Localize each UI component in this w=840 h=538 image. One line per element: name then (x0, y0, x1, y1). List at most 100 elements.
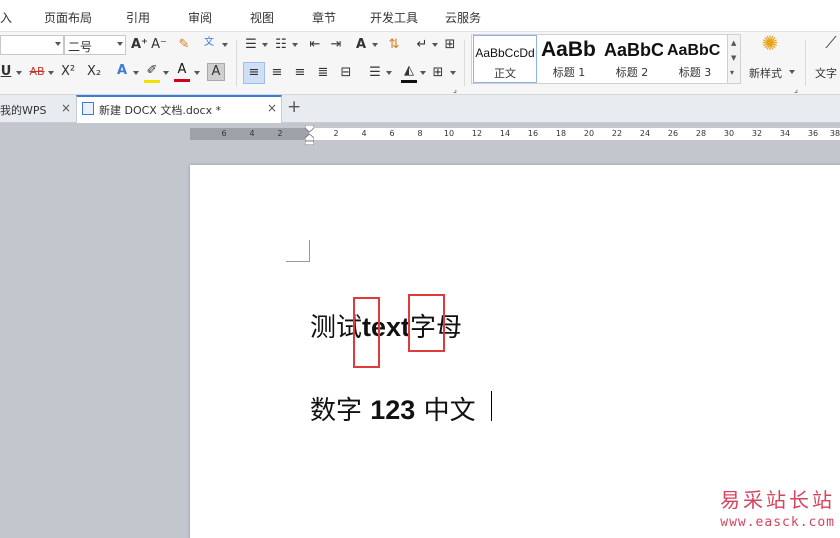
ruler-label: 26 (667, 129, 679, 138)
tab-my-wps[interactable]: 我的WPS × (0, 95, 76, 123)
new-style-icon[interactable]: ✺ (755, 33, 785, 53)
increase-indent-icon[interactable]: ⇥ (328, 37, 344, 53)
chevron-down-icon (789, 70, 795, 74)
superscript-icon[interactable]: X² (59, 64, 77, 80)
tab-new-docx[interactable]: 新建 DOCX 文档.docx * × (76, 95, 282, 123)
toolbar-divider (236, 40, 237, 86)
menu-references[interactable]: 引用 (126, 9, 150, 26)
ruler-label: 16 (527, 129, 539, 138)
ruler-label: 32 (751, 129, 763, 138)
style-normal[interactable]: AaBbCcDd 正文 (473, 35, 537, 83)
show-marks-icon[interactable]: ↵ (414, 37, 430, 53)
style-heading-2[interactable]: AaBbC 标题 2 (601, 35, 663, 83)
menu-view[interactable]: 视图 (250, 9, 274, 26)
decrease-indent-icon[interactable]: ⇤ (307, 37, 323, 53)
table-border-icon[interactable]: ⊞ (442, 37, 458, 53)
chevron-down-icon (450, 71, 456, 75)
numbering-icon[interactable]: ☷ (273, 37, 289, 53)
clear-format-icon[interactable]: ✎ (176, 37, 192, 53)
highlight-icon[interactable]: ✐ (143, 63, 161, 79)
close-icon[interactable]: × (267, 101, 277, 115)
ruler-label: 34 (779, 129, 791, 138)
close-icon[interactable]: × (61, 101, 71, 115)
text-cursor (491, 391, 492, 421)
chevron-down-icon (262, 43, 268, 47)
font-name-select[interactable] (0, 35, 64, 55)
ruler-label: 2 (277, 129, 283, 138)
chevron-down-icon: ▼ (731, 54, 737, 62)
annotation-box (408, 294, 445, 352)
menu-section[interactable]: 章节 (312, 9, 336, 26)
align-right-icon[interactable]: ≡ (292, 65, 308, 81)
borders-icon[interactable]: ⊞ (430, 65, 446, 81)
chevron-down-icon (292, 43, 298, 47)
tab-label: 新建 DOCX 文档.docx * (99, 104, 222, 117)
ruler-label: 28 (695, 129, 707, 138)
menu-insert[interactable]: 入 (0, 9, 12, 26)
shading-icon[interactable]: ◭ (400, 63, 418, 79)
chevron-down-icon (55, 42, 61, 46)
sort-icon[interactable]: ⇅ (386, 37, 402, 53)
shrink-font-icon[interactable]: A⁻ (151, 37, 167, 53)
bullets-icon[interactable]: ☰ (243, 37, 259, 53)
menu-developer-tools[interactable]: 开发工具 (370, 9, 418, 26)
chevron-down-icon (133, 71, 139, 75)
align-center-icon[interactable]: ≡ (269, 65, 285, 81)
chevron-down-icon (420, 71, 426, 75)
font-size-select[interactable]: 二号 (64, 35, 126, 55)
chevron-up-icon: ▲ (731, 39, 737, 47)
style-heading-1[interactable]: AaBb 标题 1 (538, 35, 600, 83)
char-shading-icon[interactable]: A (207, 63, 225, 81)
chevron-down-icon (117, 42, 123, 46)
document-line-2: 数字 123 中文 (310, 390, 476, 427)
style-name-label: 正文 (494, 67, 516, 80)
subscript-icon[interactable]: X₂ (85, 64, 103, 80)
text-tool-icon[interactable]: ⟋ (822, 35, 840, 51)
chevron-down-icon (372, 43, 378, 47)
grow-font-icon[interactable]: A⁺ (131, 37, 148, 53)
font-color-icon[interactable]: A (174, 62, 190, 78)
ruler-label: 10 (443, 129, 455, 138)
annotation-box (353, 297, 380, 368)
line-spacing-icon[interactable]: ☰ (367, 65, 383, 81)
chevron-down-icon (48, 71, 54, 75)
text-direction-icon[interactable]: A (352, 37, 370, 53)
ruler-label: 36 (807, 129, 819, 138)
chevron-down-icon (432, 43, 438, 47)
menu-page-layout[interactable]: 页面布局 (44, 9, 92, 26)
style-heading-3[interactable]: AaBbC 标题 3 (664, 35, 726, 83)
ruler-label: 22 (611, 129, 623, 138)
ruler-label: 6 (221, 129, 227, 138)
font-color-bar (174, 79, 190, 82)
chevron-down-icon (386, 71, 392, 75)
margin-corner-mark (286, 240, 310, 262)
ruler-label: 20 (583, 129, 595, 138)
new-tab-button[interactable]: + (287, 97, 301, 117)
style-name-label: 标题 1 (552, 66, 586, 79)
document-page[interactable]: 测试text字母 数字 123 中文 (190, 165, 840, 538)
distributed-icon[interactable]: ⊟ (338, 65, 354, 81)
indent-marker-icon[interactable] (305, 125, 314, 145)
chevron-down-icon (194, 71, 200, 75)
horizontal-ruler[interactable]: 6 4 2 2 4 6 8 10 12 14 16 18 20 22 24 26… (190, 128, 840, 140)
shading-color-bar (401, 80, 417, 83)
chevron-down-icon (16, 71, 22, 75)
ruler-label: 38 (829, 129, 840, 138)
text-effect-icon[interactable]: A (114, 63, 130, 79)
new-style-label[interactable]: 新样式 (749, 65, 782, 81)
menu-review[interactable]: 审阅 (188, 9, 212, 26)
menu-cloud-services[interactable]: 云服务 (445, 9, 481, 26)
text-tool-label[interactable]: 文字 (815, 65, 837, 81)
text-segment: 中文 (415, 396, 476, 426)
strikethrough-icon[interactable]: AB (27, 64, 47, 80)
phonetic-guide-icon[interactable]: 文 (199, 35, 219, 51)
underline-icon[interactable]: U (0, 64, 12, 80)
tab-label: 我的WPS (0, 104, 47, 117)
more-styles-icon: ▾ (730, 68, 735, 77)
ruler-label: 18 (555, 129, 567, 138)
ruler-label: 6 (389, 129, 395, 138)
watermark-url: www.easck.com (720, 515, 835, 530)
justify-icon[interactable]: ≣ (315, 65, 331, 81)
style-gallery-scroll[interactable]: ▲ ▼ ▾ (727, 35, 740, 83)
text-segment: 数字 (310, 396, 371, 426)
